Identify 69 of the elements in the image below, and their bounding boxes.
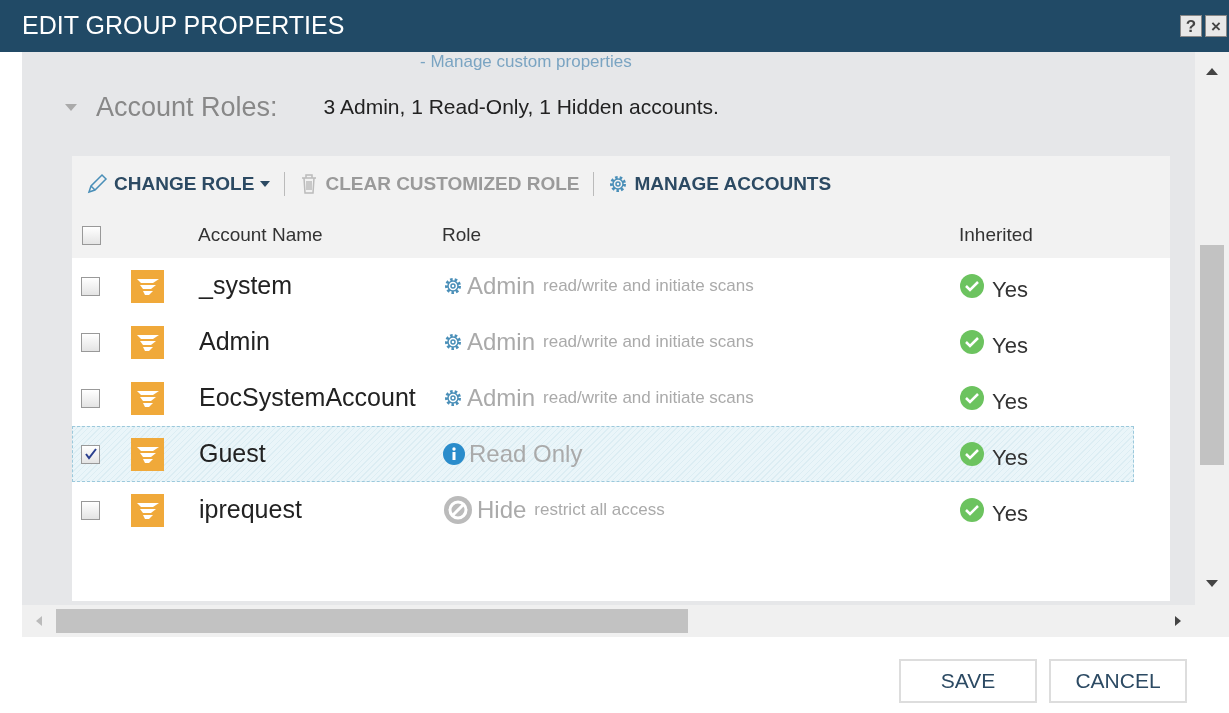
table-row[interactable]: iprequest Hide restrict all access Yes — [72, 482, 1134, 538]
checkbox[interactable] — [81, 332, 100, 352]
check-circle-icon — [960, 330, 984, 354]
toolbar-button[interactable]: CHANGE ROLE — [86, 169, 271, 199]
table-row[interactable]: Admin Admin read/write and initiate scans Yes — [72, 314, 1134, 370]
table-row[interactable]: Guest Read Only Yes — [72, 426, 1134, 482]
table-cell-text: Yes — [992, 387, 1028, 416]
table-cell-text: Yes — [992, 443, 1028, 472]
column-header: Inherited — [959, 222, 1033, 247]
check-circle-icon — [960, 442, 984, 466]
toolbar-button[interactable]: MANAGE ACCOUNTS — [608, 169, 832, 199]
role-text: Admin — [467, 327, 536, 357]
table-cell-text: Guest — [199, 438, 267, 470]
gear-icon — [443, 388, 463, 408]
role-text: Admin — [467, 383, 536, 413]
role-note: read/write and initiate scans — [543, 331, 754, 354]
table-cell-text: EocSystemAccount — [199, 382, 417, 414]
save-button[interactable]: SAVE — [899, 659, 1037, 703]
role-text: Admin — [467, 271, 536, 301]
table-cell-text: Yes — [992, 499, 1028, 528]
up-arrow-icon[interactable] — [1206, 68, 1218, 75]
role-text: Hide — [477, 495, 527, 525]
check-circle-icon — [960, 274, 984, 298]
vertical-scrollbar[interactable] — [1195, 52, 1229, 637]
checkbox[interactable] — [81, 388, 100, 408]
role-note: read/write and initiate scans — [543, 387, 754, 410]
window-title: EDIT GROUP PROPERTIES — [22, 10, 345, 42]
caret-icon[interactable] — [64, 102, 78, 112]
checkbox[interactable] — [81, 444, 100, 464]
right-arrow-icon[interactable] — [1175, 616, 1181, 626]
role-note: read/write and initiate scans — [543, 275, 754, 298]
horizontal-scrollbar[interactable] — [22, 605, 1195, 637]
close-button[interactable]: × — [1205, 15, 1227, 37]
left-arrow-icon[interactable] — [36, 616, 42, 626]
section-summary: 3 Admin, 1 Read-Only, 1 Hidden accounts. — [323, 94, 719, 121]
table-row[interactable]: _system Admin read/write and initiate scans Yes — [72, 258, 1134, 314]
column-header: Account Name — [198, 222, 324, 247]
table-cell-text: Yes — [992, 275, 1028, 304]
account-icon — [131, 381, 164, 415]
table-cell-text: _system — [199, 270, 294, 302]
role-text: Read Only — [469, 439, 583, 469]
check-circle-icon — [960, 498, 984, 522]
checkbox[interactable] — [82, 225, 101, 245]
account-icon — [131, 269, 164, 303]
gear-icon — [443, 332, 463, 352]
cancel-button[interactable]: CANCEL — [1049, 659, 1187, 703]
down-arrow-icon[interactable] — [1206, 580, 1218, 587]
table-row[interactable]: EocSystemAccount Admin read/write and initiate scans Yes — [72, 370, 1134, 426]
gear-icon — [608, 174, 629, 194]
table-cell-text: iprequest — [199, 494, 303, 526]
account-icon — [131, 493, 164, 527]
gear-icon — [443, 276, 463, 296]
scrollbar-thumb[interactable] — [1200, 245, 1224, 465]
scrollbar-thumb[interactable] — [56, 609, 688, 633]
checkbox[interactable] — [81, 500, 100, 520]
prohibited-icon — [443, 495, 473, 525]
table-cell-text: Yes — [992, 331, 1028, 360]
table-cell-text: Admin — [199, 326, 271, 358]
section-label: Account Roles: — [96, 90, 278, 124]
help-button[interactable]: ? — [1180, 15, 1202, 37]
checkbox[interactable] — [81, 276, 100, 296]
column-header: Role — [442, 222, 483, 247]
account-icon — [131, 325, 164, 359]
caret-icon — [260, 181, 271, 187]
pencil-icon — [86, 173, 108, 195]
check-circle-icon — [960, 386, 984, 410]
info-icon — [443, 443, 465, 465]
role-note: restrict all access — [534, 499, 665, 522]
account-icon — [131, 437, 164, 471]
